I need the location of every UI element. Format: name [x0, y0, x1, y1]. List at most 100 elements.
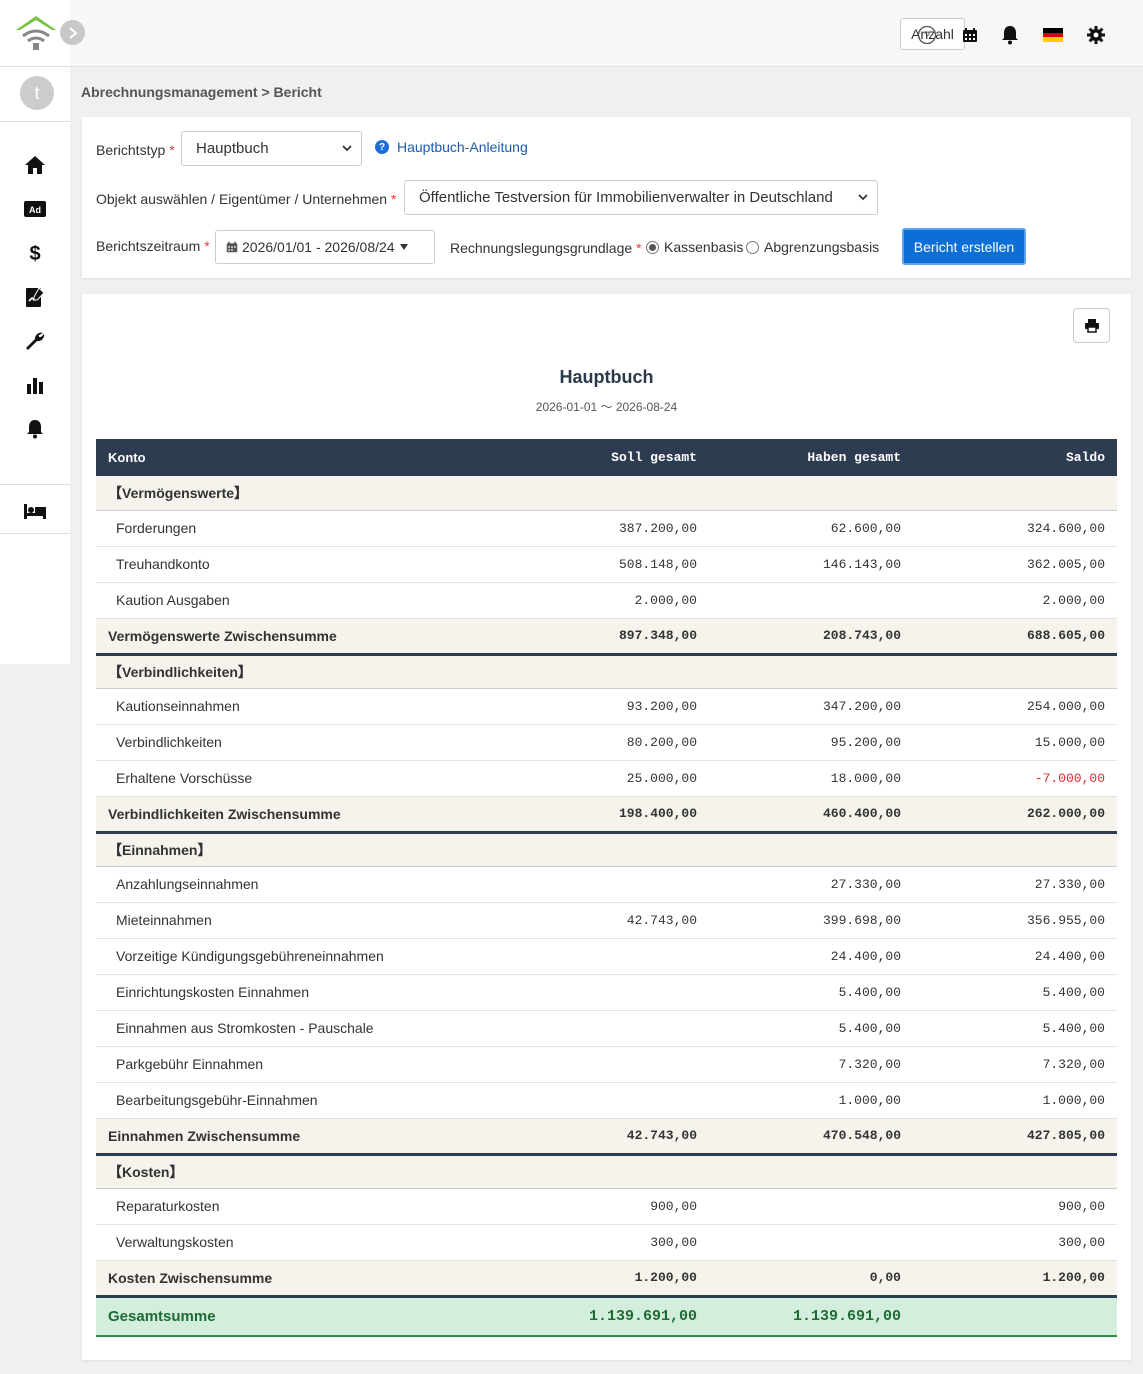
account-cell: Einnahmen aus Stromkosten - Pauschale — [96, 1010, 489, 1047]
subtotal-row: Vermögenswerte Zwischensumme 897.348,00 20… — [96, 618, 1117, 656]
radio-unchecked-icon — [746, 240, 759, 254]
debit-cell — [489, 1010, 709, 1047]
ad-icon[interactable]: Ad — [22, 196, 48, 222]
account-cell: Kosten Zwischensumme — [96, 1260, 489, 1298]
account-cell: 【Einnahmen】 — [96, 832, 489, 867]
basis-label: Rechnungslegungsgrundlage * — [450, 240, 642, 256]
account-cell: Forderungen — [96, 510, 489, 547]
debit-cell — [489, 938, 709, 975]
balance-cell: 5.400,00 — [913, 974, 1117, 1011]
report-type-select[interactable]: Hauptbuch — [181, 131, 362, 166]
credit-cell: 208.743,00 — [709, 618, 913, 656]
credit-cell — [709, 1188, 913, 1225]
bell-icon[interactable] — [22, 416, 48, 442]
credit-cell — [709, 1154, 913, 1189]
object-select[interactable]: Öffentliche Testversion für Immobilienve… — [404, 180, 878, 215]
section-row: 【Vermögenswerte】 — [96, 476, 1117, 511]
calendar-icon[interactable] — [959, 24, 981, 46]
table-row: Kautionseinnahmen 93.200,00 347.200,00 254.… — [96, 688, 1117, 725]
account-cell: Kautionseinnahmen — [96, 688, 489, 725]
table-row: Einnahmen aus Stromkosten - Pauschale 5.4… — [96, 1010, 1117, 1047]
balance-cell: 324.600,00 — [913, 510, 1117, 547]
section-row: 【Einnahmen】 — [96, 832, 1117, 867]
table-row: Bearbeitungsgebühr-Einnahmen 1.000,00 1.00… — [96, 1082, 1117, 1119]
ledger-guide-link[interactable]: ? Hauptbuch-Anleitung — [375, 139, 528, 155]
report-title: Hauptbuch — [559, 367, 654, 387]
account-cell: Parkgebühr Einnahmen — [96, 1046, 489, 1083]
help-icon[interactable]: ? — [916, 24, 938, 46]
account-cell: Verwaltungskosten — [96, 1224, 489, 1261]
question-icon: ? — [375, 140, 389, 154]
credit-cell — [709, 832, 913, 867]
period-date-range-input[interactable]: 2026/01/01 - 2026/08/24 — [215, 230, 435, 264]
credit-cell: 1.000,00 — [709, 1082, 913, 1119]
credit-cell: 27.330,00 — [709, 866, 913, 903]
dollar-icon[interactable]: $ — [22, 240, 48, 266]
balance-cell: 362.005,00 — [913, 546, 1117, 583]
svg-text:?: ? — [924, 30, 930, 42]
account-cell: Treuhandkonto — [96, 546, 489, 583]
credit-cell — [709, 476, 913, 511]
balance-cell — [913, 654, 1117, 689]
balance-cell: 1.000,00 — [913, 1082, 1117, 1119]
account-cell: Gesamtsumme — [96, 1295, 489, 1337]
debit-cell: 508.148,00 — [489, 546, 709, 583]
ledger-guide-label: Hauptbuch-Anleitung — [397, 139, 528, 155]
credit-cell: 18.000,00 — [709, 760, 913, 797]
account-cell: 【Verbindlichkeiten】 — [96, 654, 489, 689]
cash-basis-label: Kassenbasis — [664, 239, 744, 255]
bed-icon[interactable] — [22, 498, 48, 524]
balance-cell: 262.000,00 — [913, 796, 1117, 834]
table-row: Vorzeitige Kündigungsgebühreneinnahmen 24… — [96, 938, 1117, 975]
debit-cell: 300,00 — [489, 1224, 709, 1261]
account-cell: Einrichtungskosten Einnahmen — [96, 974, 489, 1011]
avatar[interactable]: t — [20, 76, 54, 110]
report-card: Hauptbuch 2026-01-01 〜 2026-08-24 Konto … — [82, 294, 1131, 1360]
credit-cell: 95.200,00 — [709, 724, 913, 761]
breadcrumb: Abrechnungsmanagement > Bericht — [81, 84, 322, 100]
create-report-button[interactable]: Bericht erstellen — [902, 228, 1026, 265]
debit-cell: 900,00 — [489, 1188, 709, 1225]
sidebar-toggle-button[interactable] — [60, 20, 85, 45]
notification-icon[interactable] — [999, 24, 1021, 46]
account-cell: Verbindlichkeiten Zwischensumme — [96, 796, 489, 834]
account-cell: Mieteinnahmen — [96, 902, 489, 939]
debit-cell — [489, 866, 709, 903]
cash-basis-radio[interactable]: Kassenbasis — [646, 239, 743, 255]
credit-cell: 0,00 — [709, 1260, 913, 1298]
balance-cell: 2.000,00 — [913, 582, 1117, 619]
balance-cell — [913, 832, 1117, 867]
german-flag-icon[interactable] — [1042, 24, 1064, 46]
gear-icon[interactable] — [1085, 24, 1107, 46]
balance-cell — [913, 476, 1117, 511]
home-icon[interactable] — [22, 152, 48, 178]
balance-cell: 254.000,00 — [913, 688, 1117, 725]
wrench-icon[interactable] — [22, 328, 48, 354]
print-button[interactable] — [1073, 308, 1110, 343]
app-logo[interactable] — [14, 12, 58, 52]
table-row: Forderungen 387.200,00 62.600,00 324.600,00 — [96, 510, 1117, 547]
credit-cell: 460.400,00 — [709, 796, 913, 834]
svg-text:Ad: Ad — [29, 205, 41, 215]
chart-icon[interactable] — [22, 372, 48, 398]
debit-cell — [489, 1046, 709, 1083]
grand-total-row: Gesamtsumme 1.139.691,00 1.139.691,00 — [96, 1295, 1117, 1337]
debit-cell — [489, 832, 709, 867]
balance-cell: 7.320,00 — [913, 1046, 1117, 1083]
balance-cell — [913, 1295, 1117, 1337]
credit-cell: 7.320,00 — [709, 1046, 913, 1083]
contract-icon[interactable] — [22, 284, 48, 310]
subtotal-row: Verbindlichkeiten Zwischensumme 198.400,0… — [96, 796, 1117, 834]
debit-cell — [489, 476, 709, 511]
credit-cell — [709, 1224, 913, 1261]
subtotal-row: Einnahmen Zwischensumme 42.743,00 470.548,… — [96, 1118, 1117, 1156]
table-row: Erhaltene Vorschüsse 25.000,00 18.000,00 -7… — [96, 760, 1117, 797]
calendar-icon — [226, 241, 238, 253]
table-row: Verwaltungskosten 300,00 300,00 — [96, 1224, 1117, 1261]
column-header-credit: Haben gesamt — [709, 439, 913, 476]
accrual-basis-radio[interactable]: Abgrenzungsbasis — [746, 239, 879, 255]
avatar-letter: t — [34, 82, 40, 103]
debit-cell: 1.200,00 — [489, 1260, 709, 1298]
ledger-table: Konto Soll gesamt Haben gesamt Saldo 【Ve… — [96, 439, 1117, 1337]
table-row: Treuhandkonto 508.148,00 146.143,00 362.005… — [96, 546, 1117, 583]
